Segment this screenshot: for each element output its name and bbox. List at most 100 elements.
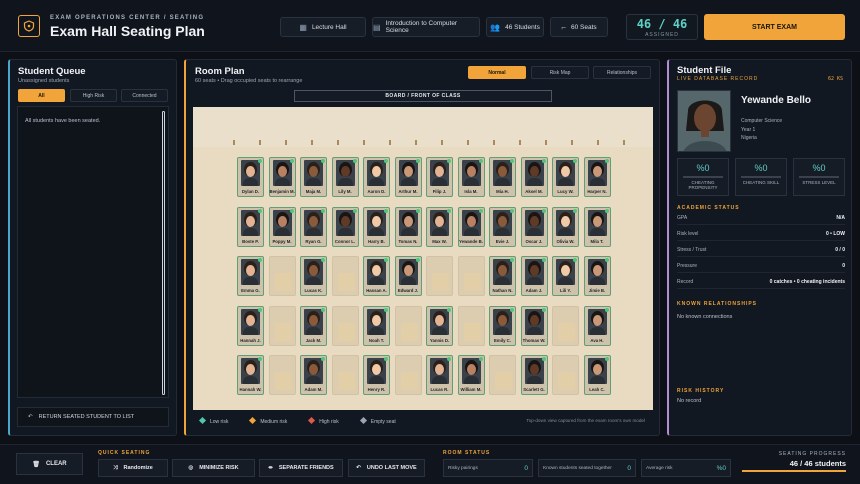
seat-occupied[interactable]: Adam J.	[520, 256, 548, 296]
separate-friends-button[interactable]: ⇹ SEPARATE FRIENDS	[259, 459, 343, 477]
room-subtitle: 60 seats • Drag occupied seats to rearra…	[195, 78, 303, 84]
seat-occupied[interactable]: Thomas W.	[520, 305, 548, 346]
seat-empty[interactable]	[457, 305, 485, 346]
seat-empty[interactable]	[552, 305, 579, 346]
seat-empty[interactable]	[426, 256, 453, 296]
seat-empty[interactable]	[268, 355, 296, 395]
seat-empty[interactable]	[489, 355, 516, 395]
student-avatar	[430, 209, 449, 236]
chip-room[interactable]: ▦ Lecture Hall	[280, 17, 366, 37]
seat-occupied[interactable]: Ryan G.	[300, 206, 327, 247]
seat-occupied[interactable]: Hannah W.	[237, 355, 264, 395]
queue-scrollbar[interactable]	[162, 111, 165, 395]
seat-occupied[interactable]: Mia H.	[489, 157, 516, 197]
stat-value: %0	[696, 163, 710, 173]
view-relationships[interactable]: Relationships	[593, 66, 651, 79]
seat-empty[interactable]	[457, 256, 485, 296]
seat-occupied[interactable]: Emma G.	[237, 256, 264, 296]
seat-occupied[interactable]: Filip J.	[426, 157, 453, 197]
seat-occupied[interactable]: Poppy M.	[268, 206, 296, 247]
chip-course[interactable]: ▤ Introduction to Computer Science	[372, 17, 480, 37]
queue-subtitle: Unassigned students	[18, 78, 70, 84]
seat-occupied[interactable]: Henry R.	[363, 355, 390, 395]
seat-occupied[interactable]: Lucas R.	[426, 355, 453, 395]
seat-occupied[interactable]: Lucas K.	[300, 256, 327, 296]
seat-occupied[interactable]: Tomas N.	[394, 206, 422, 247]
seat-empty[interactable]	[331, 256, 359, 296]
target-icon: ◎	[188, 465, 194, 471]
risk-indicator	[384, 258, 388, 262]
seat-occupied[interactable]: Ava H.	[583, 305, 611, 346]
randomize-button[interactable]: ⤨ Randomize	[98, 459, 168, 477]
seat-occupied[interactable]: Harry B.	[363, 206, 390, 247]
clear-button[interactable]: 🗑 CLEAR	[16, 453, 83, 475]
minimize-risk-button[interactable]: ◎ MINIMIZE RISK	[172, 459, 255, 477]
seat-occupied[interactable]: Maja M.	[300, 157, 327, 197]
seat-empty[interactable]	[331, 355, 359, 395]
seat-occupied[interactable]: Yannis D.	[426, 305, 453, 346]
seat-occupied[interactable]: Olivia W.	[552, 206, 579, 247]
seat-occupied[interactable]: Emily C.	[489, 305, 516, 346]
undo-button[interactable]: ↶ UNDO LAST MOVE	[348, 459, 425, 477]
seat-occupied[interactable]: Hannah J.	[237, 305, 264, 346]
view-risk-map[interactable]: Risk Map	[531, 66, 589, 79]
seat-student-name: Yannis D.	[429, 337, 450, 343]
seat-occupied[interactable]: Hassan A.	[363, 256, 390, 296]
seat-occupied[interactable]: Lily M.	[331, 157, 359, 197]
seat-student-name: Adam J.	[525, 288, 543, 293]
seat-empty[interactable]	[331, 305, 359, 346]
seat-student-name: Harry B.	[368, 238, 385, 244]
filter-connected[interactable]: Connected	[121, 89, 168, 102]
return-student-button[interactable]: ↶ RETURN SEATED STUDENT TO LIST	[17, 407, 169, 427]
seat-occupied[interactable]: William M.	[457, 355, 485, 395]
risk-indicator	[258, 307, 262, 312]
seat-occupied[interactable]: Mila T.	[583, 206, 611, 247]
seat-occupied[interactable]: Scarlett G.	[520, 355, 548, 395]
seat-occupied[interactable]: Evie J.	[489, 206, 516, 247]
filter-high-risk[interactable]: High Risk	[70, 89, 117, 102]
seat-empty[interactable]	[552, 355, 579, 395]
seat-empty[interactable]	[394, 305, 422, 346]
seat-occupied[interactable]: Nathan N.	[489, 256, 516, 296]
seat-empty[interactable]	[268, 256, 296, 296]
seat-occupied[interactable]: Leah C.	[583, 355, 611, 395]
chip-seats[interactable]: ⌐ 60 Seats	[550, 17, 608, 37]
student-avatar	[335, 160, 355, 186]
seat-occupied[interactable]: Oscar J.	[520, 206, 548, 247]
seat-empty[interactable]	[394, 355, 422, 395]
seat-occupied[interactable]: Jimie B.	[583, 256, 611, 296]
seat-icon: ⌐	[561, 22, 566, 32]
seat-empty[interactable]	[268, 305, 296, 346]
seat-occupied[interactable]: Arthur M.	[394, 157, 422, 197]
view-normal[interactable]: Normal	[468, 66, 526, 79]
seat-occupied[interactable]: Benjamin M.	[268, 157, 296, 197]
seat-occupied[interactable]: Connor L.	[331, 206, 359, 247]
seat-occupied[interactable]: Yewande B.	[457, 206, 485, 247]
risk-indicator	[541, 258, 546, 262]
filter-all[interactable]: All	[18, 89, 65, 102]
seat-occupied[interactable]: Noah T.	[363, 305, 390, 346]
seat-student-name: Mila T.	[590, 238, 604, 244]
risk-indicator	[289, 159, 294, 163]
seat-occupied[interactable]: Isla M.	[457, 157, 485, 197]
risk-indicator	[384, 208, 388, 213]
seat-occupied[interactable]: Jack M.	[300, 305, 327, 346]
seat-occupied[interactable]: Lili Y.	[552, 256, 579, 296]
student-avatar	[556, 209, 575, 236]
seat-occupied[interactable]: Harper N.	[583, 157, 611, 197]
seat-student-name: Noah T.	[368, 337, 385, 343]
seat-occupied[interactable]: Boste P.	[237, 206, 264, 247]
seat-occupied[interactable]: Edward J.	[394, 256, 422, 296]
start-exam-button[interactable]: START EXAM	[704, 14, 845, 40]
chip-students[interactable]: 👥 46 Students	[486, 17, 544, 37]
assigned-counter: 46 / 46 ASSIGNED	[626, 14, 698, 40]
seat-occupied[interactable]: Aksel M.	[520, 157, 548, 197]
seat-occupied[interactable]: Lucy W.	[552, 157, 579, 197]
risk-indicator	[604, 159, 609, 163]
seat-student-name: Emma G.	[241, 288, 260, 293]
seat-occupied[interactable]: Max W.	[426, 206, 453, 247]
student-avatar	[493, 160, 512, 186]
seat-occupied[interactable]: Aaron D.	[363, 157, 390, 197]
seat-occupied[interactable]: Dylan D.	[237, 157, 264, 197]
seat-occupied[interactable]: Adam M.	[300, 355, 327, 395]
